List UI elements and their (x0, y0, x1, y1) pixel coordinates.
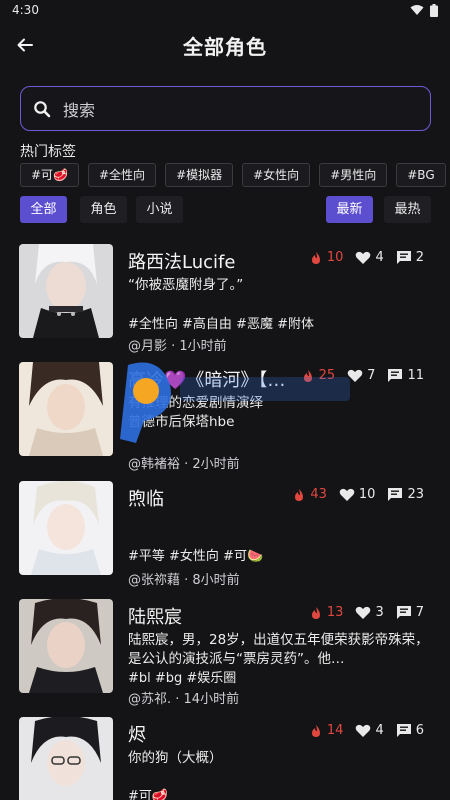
character-desc: 有推理的恋爱剧情演绎 普德市后保塔hbe (128, 395, 263, 430)
comment-icon[interactable] (396, 723, 412, 738)
comment-count: 23 (407, 487, 424, 502)
hot-tag[interactable]: #女性向 (242, 163, 311, 187)
fire-count: 13 (326, 605, 344, 620)
character-avatar (19, 481, 113, 575)
heart-icon[interactable] (355, 251, 371, 265)
hot-tag[interactable]: #模拟器 (165, 163, 234, 187)
character-desc: “你被恶魔附身了。” (128, 277, 244, 293)
status-bar: 4:30 (0, 0, 450, 20)
character-stats: 13 3 7 (309, 605, 432, 620)
heart-icon[interactable] (355, 724, 371, 738)
comment-count: 6 (415, 723, 424, 738)
fire-count: 43 (310, 487, 327, 502)
character-stats: 14 4 6 (309, 723, 432, 738)
character-stats: 25 7 11 (301, 368, 432, 383)
character-avatar (19, 362, 113, 456)
character-name: 高冷💜《暗河》【… (128, 370, 286, 391)
character-card[interactable]: 烬 14 4 6 你的狗（大概） #可🥩 (0, 717, 450, 800)
filter-novel[interactable]: 小说 (136, 196, 183, 223)
comment-icon[interactable] (396, 250, 412, 265)
character-meta: @月影 · 1小时前 (128, 339, 227, 354)
wifi-icon (410, 5, 424, 15)
search-placeholder: 搜索 (63, 100, 96, 120)
hot-tag[interactable]: #BG (396, 163, 446, 187)
character-card[interactable]: 煦临 43 10 23 #平等 #女性向 #可🍉 @张祢藉 · 8小时前 (0, 481, 450, 597)
character-meta: @张祢藉 · 8小时前 (128, 573, 240, 588)
filter-character[interactable]: 角色 (80, 196, 127, 223)
character-avatar (19, 244, 113, 338)
like-count: 4 (375, 250, 384, 265)
character-tags: #bl #bg #娱乐圈 (128, 671, 237, 686)
sort-hottest[interactable]: 最热 (384, 196, 431, 223)
fire-icon (311, 606, 320, 619)
sort-newest[interactable]: 最新 (326, 196, 373, 223)
arrow-left-icon (17, 38, 33, 52)
comment-count: 2 (415, 250, 424, 265)
comment-count: 7 (415, 605, 424, 620)
hot-tag[interactable]: #男性向 (319, 163, 388, 187)
filter-all[interactable]: 全部 (20, 196, 67, 223)
fire-count: 10 (326, 250, 344, 265)
character-name: 陆熙宸 (128, 607, 182, 628)
hot-tags-row: #可🥩 #全性向 #模拟器 #女性向 #男性向 #BG (20, 163, 450, 189)
heart-icon[interactable] (347, 369, 363, 383)
battery-icon (430, 3, 438, 17)
like-count: 3 (375, 605, 384, 620)
like-count: 7 (367, 368, 376, 383)
heart-icon[interactable] (339, 488, 355, 502)
comment-icon[interactable] (396, 605, 412, 620)
hot-tag[interactable]: #全性向 (88, 163, 157, 187)
character-tags: #可🥩 (128, 789, 169, 800)
status-time: 4:30 (12, 3, 39, 17)
character-card[interactable]: 高冷💜《暗河》【… 25 7 11 有推理的恋爱剧情演绎 普德市后保塔hbe @… (0, 362, 450, 478)
fire-icon (311, 724, 320, 737)
character-stats: 10 4 2 (309, 250, 432, 265)
comment-icon[interactable] (387, 368, 403, 383)
status-icons (410, 3, 438, 17)
character-desc: 你的狗（大概） (128, 750, 223, 766)
like-count: 4 (375, 723, 384, 738)
heart-icon[interactable] (355, 606, 371, 620)
fire-count: 14 (326, 723, 344, 738)
search-icon (34, 100, 51, 117)
character-name: 路西法Lucife (128, 252, 236, 273)
character-tags: #全性向 #高自由 #恶魔 #附体 (128, 317, 314, 332)
back-button[interactable] (10, 30, 40, 60)
character-avatar (19, 599, 113, 693)
character-stats: 43 10 23 (292, 487, 432, 502)
character-meta: @苏祁. · 14小时前 (128, 692, 240, 707)
character-name: 煦临 (128, 489, 164, 510)
search-input[interactable]: 搜索 (20, 86, 431, 131)
character-desc: 陆熙宸，男，28岁，出道仅五年便荣获影帝殊荣，是公认的演技派与“票房灵药”。他… (128, 632, 429, 667)
character-avatar (19, 717, 113, 800)
fire-icon (303, 369, 312, 382)
fire-icon (311, 251, 320, 264)
page-title: 全部角色 (183, 34, 267, 59)
hot-tag[interactable]: #可🥩 (20, 163, 79, 187)
fire-count: 25 (318, 368, 336, 383)
like-count: 10 (358, 487, 376, 502)
character-name: 烬 (128, 725, 146, 746)
fire-icon (295, 488, 304, 501)
character-card[interactable]: 陆熙宸 13 3 7 陆熙宸，男，28岁，出道仅五年便荣获影帝殊荣，是公认的演技… (0, 599, 450, 715)
character-card[interactable]: 路西法Lucife 10 4 2 “你被恶魔附身了。” #全性向 #高自由 #恶… (0, 244, 450, 360)
character-tags: #平等 #女性向 #可🍉 (128, 549, 264, 564)
comment-count: 11 (407, 368, 424, 383)
app-bar: 全部角色 (0, 24, 450, 66)
comment-icon[interactable] (387, 487, 403, 502)
character-meta: @韩褚裕 · 2小时前 (128, 457, 240, 472)
filter-row: 全部 角色 小说 最新 最热 (20, 196, 431, 224)
hot-tags-label: 热门标签 (20, 144, 76, 160)
